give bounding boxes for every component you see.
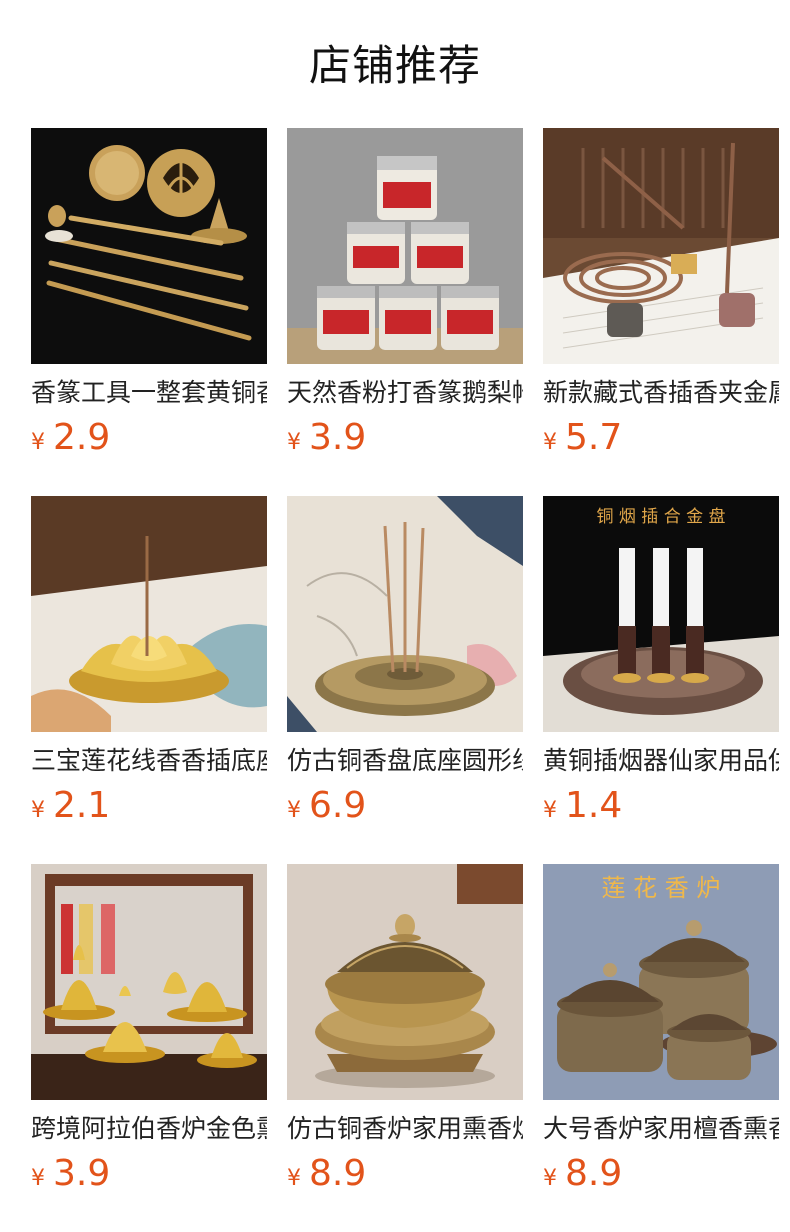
price-value: 2.1 xyxy=(53,785,111,826)
product-name[interactable]: 三宝莲花线香香插底座家用 xyxy=(31,744,267,778)
product-price: ¥8.9 xyxy=(287,1152,523,1196)
antique-censer-image xyxy=(287,864,523,1100)
product-price: ¥1.4 xyxy=(543,784,779,828)
lotus-incense-holder-image xyxy=(31,496,267,732)
product-price: ¥3.9 xyxy=(287,416,523,460)
coil-incense-holder-image xyxy=(543,128,779,364)
currency-symbol: ¥ xyxy=(543,430,557,455)
product-card[interactable]: 铜 烟 插 合 金 盘 黄铜插烟器仙家用品供烟 ¥1.4 xyxy=(543,496,779,864)
brass-cigarette-holder-image: 铜 烟 插 合 金 盘 xyxy=(543,496,779,732)
product-name[interactable]: 跨境阿拉伯香炉金色熏香炉 xyxy=(31,1112,267,1146)
product-name[interactable]: 仿古铜香炉家用熏香炉室内 xyxy=(287,1112,523,1146)
product-price: ¥8.9 xyxy=(543,1152,779,1196)
product-image[interactable] xyxy=(31,864,267,1100)
currency-symbol: ¥ xyxy=(287,430,301,455)
currency-symbol: ¥ xyxy=(31,1166,45,1191)
currency-symbol: ¥ xyxy=(543,1166,557,1191)
product-card[interactable]: 香篆工具一整套黄铜香篆模具 ¥2.9 xyxy=(31,128,267,496)
product-price: ¥6.9 xyxy=(287,784,523,828)
product-price: ¥5.7 xyxy=(543,416,779,460)
price-value: 1.4 xyxy=(565,785,623,826)
product-card[interactable]: 新款藏式香插香夹金属盘香 ¥5.7 xyxy=(543,128,779,496)
page-title: 店铺推荐 xyxy=(308,41,481,90)
product-price: ¥3.9 xyxy=(31,1152,267,1196)
brass-incense-plate-image xyxy=(287,496,523,732)
product-card[interactable]: 三宝莲花线香香插底座家用 ¥2.1 xyxy=(31,496,267,864)
incense-powder-jars-image xyxy=(287,128,523,364)
currency-symbol: ¥ xyxy=(31,430,45,455)
lotus-censer-image: 莲 花 香 炉 xyxy=(543,864,779,1100)
product-name[interactable]: 天然香粉打香篆鹅梨帐中香 xyxy=(287,376,523,410)
product-image[interactable] xyxy=(287,864,523,1100)
arabic-incense-burner-image xyxy=(31,864,267,1100)
product-name[interactable]: 大号香炉家用檀香熏香炉 xyxy=(543,1112,779,1146)
product-price: ¥2.9 xyxy=(31,416,267,460)
price-value: 3.9 xyxy=(53,1153,111,1194)
incense-tools-image xyxy=(31,128,267,364)
product-name[interactable]: 新款藏式香插香夹金属盘香 xyxy=(543,376,779,410)
product-grid: 香篆工具一整套黄铜香篆模具 ¥2.9 xyxy=(31,128,779,1232)
product-image[interactable]: 莲 花 香 炉 xyxy=(543,864,779,1100)
price-value: 8.9 xyxy=(565,1153,623,1194)
currency-symbol: ¥ xyxy=(543,798,557,823)
price-value: 2.9 xyxy=(53,417,111,458)
currency-symbol: ¥ xyxy=(31,798,45,823)
product-card[interactable]: 跨境阿拉伯香炉金色熏香炉 ¥3.9 xyxy=(31,864,267,1232)
product-name[interactable]: 香篆工具一整套黄铜香篆模具 xyxy=(31,376,267,410)
price-value: 3.9 xyxy=(309,417,367,458)
product-image[interactable] xyxy=(543,128,779,364)
price-value: 5.7 xyxy=(565,417,623,458)
price-value: 6.9 xyxy=(309,785,367,826)
product-name[interactable]: 仿古铜香盘底座圆形线香插 xyxy=(287,744,523,778)
product-name[interactable]: 黄铜插烟器仙家用品供烟 xyxy=(543,744,779,778)
product-card[interactable]: 仿古铜香炉家用熏香炉室内 ¥8.9 xyxy=(287,864,523,1232)
image-caption: 莲 花 香 炉 xyxy=(602,874,721,902)
price-value: 8.9 xyxy=(309,1153,367,1194)
product-image[interactable] xyxy=(31,128,267,364)
image-caption: 铜 烟 插 合 金 盘 xyxy=(596,507,725,527)
product-card[interactable]: 仿古铜香盘底座圆形线香插 ¥6.9 xyxy=(287,496,523,864)
currency-symbol: ¥ xyxy=(287,1166,301,1191)
product-price: ¥2.1 xyxy=(31,784,267,828)
product-card[interactable]: 莲 花 香 炉 大号香炉家用檀香熏香炉 ¥8.9 xyxy=(543,864,779,1232)
product-image[interactable] xyxy=(287,128,523,364)
product-card[interactable]: 天然香粉打香篆鹅梨帐中香 ¥3.9 xyxy=(287,128,523,496)
product-image[interactable] xyxy=(31,496,267,732)
product-image[interactable] xyxy=(287,496,523,732)
product-image[interactable]: 铜 烟 插 合 金 盘 xyxy=(543,496,779,732)
currency-symbol: ¥ xyxy=(287,798,301,823)
